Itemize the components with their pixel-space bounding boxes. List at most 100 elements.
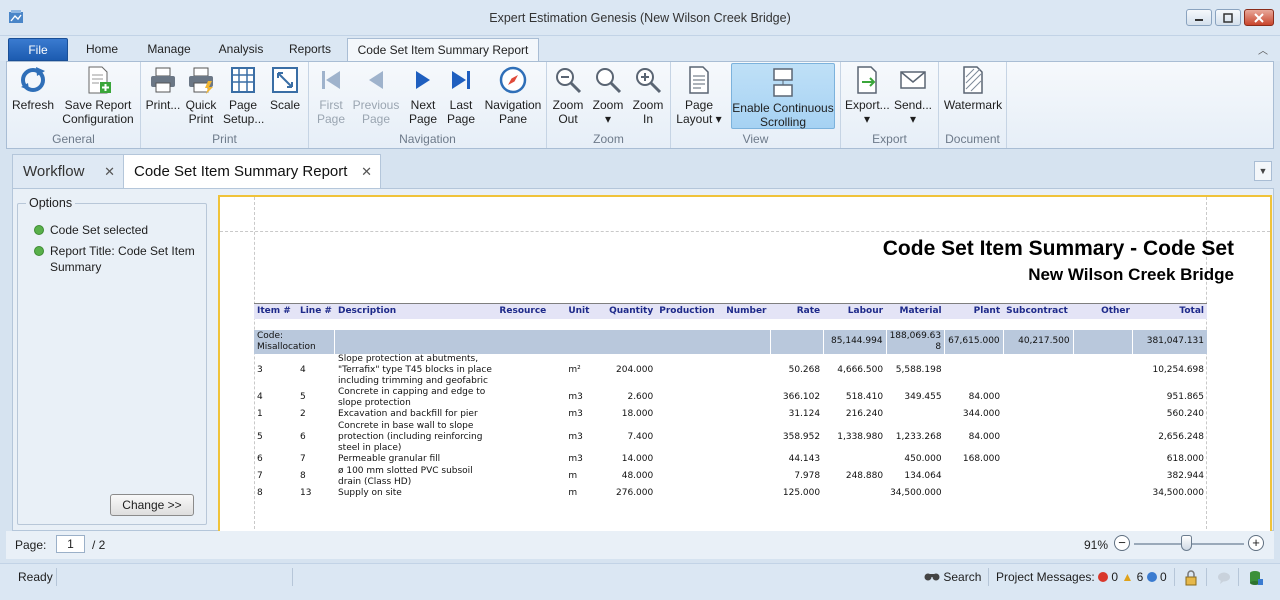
watermark-button[interactable]: Watermark xyxy=(941,65,1005,131)
database-icon[interactable] xyxy=(1248,570,1264,589)
first-page-icon xyxy=(322,71,340,89)
cell-description: Permeable granular fill xyxy=(337,454,441,464)
group-label-zoom: Zoom xyxy=(593,132,624,146)
tab-file[interactable]: File xyxy=(8,38,68,61)
column-header: Labour xyxy=(823,303,887,319)
group-label-navigation: Navigation xyxy=(399,132,456,146)
tab-home[interactable]: Home xyxy=(78,38,126,61)
cell-labour: 4,666.500 xyxy=(837,364,884,375)
tab-manage[interactable]: Manage xyxy=(138,38,200,61)
tab-reports[interactable]: Reports xyxy=(282,38,338,61)
ribbon-tabs: File Home Manage Analysis Reports Code S… xyxy=(0,36,1280,61)
cell-unit: m² xyxy=(568,364,581,375)
cell-description: Slope protection at abutments, "Terrafix… xyxy=(337,353,492,386)
cell-unit: m3 xyxy=(568,454,583,464)
first-page-button[interactable]: First Page xyxy=(313,65,349,131)
project-messages[interactable]: Project Messages: 0 ▲ 6 0 xyxy=(996,570,1167,584)
cell-subcontract xyxy=(1003,466,1073,488)
cell-unit: m3 xyxy=(568,409,583,419)
cell-line: 8 xyxy=(299,471,306,481)
zoom-out-button[interactable]: Zoom Out xyxy=(549,65,587,131)
cell-resource xyxy=(496,409,565,421)
tab-workflow[interactable]: Workflow ✕ xyxy=(12,154,124,188)
cell-item: 1 xyxy=(257,409,263,419)
cell-other xyxy=(1073,354,1133,387)
lock-status-icon[interactable] xyxy=(1184,570,1200,589)
group-zoom: Zoom Out Zoom ▾ Zoom In Zoom xyxy=(547,62,671,148)
close-icon xyxy=(1254,12,1264,23)
cell-resource xyxy=(496,421,565,454)
ribbon-collapse-icon[interactable]: ︿ xyxy=(1258,42,1268,57)
search-status[interactable]: Search xyxy=(924,570,981,584)
minimize-button[interactable] xyxy=(1186,9,1212,26)
table-row: 4 5 Concrete in capping and edge to slope … xyxy=(254,387,1207,409)
maximize-button[interactable] xyxy=(1215,9,1241,26)
group-label-print: Print xyxy=(212,132,237,146)
cell-number xyxy=(723,409,770,421)
last-page-button[interactable]: Last Page xyxy=(443,65,479,131)
zoom-slider-thumb[interactable] xyxy=(1181,535,1193,551)
cell-unit: m xyxy=(568,488,578,498)
close-workflow-tab-icon[interactable]: ✕ xyxy=(104,155,115,189)
column-header: Description xyxy=(334,303,497,319)
cell-subcontract xyxy=(1003,454,1073,466)
zoom-button[interactable]: Zoom ▾ xyxy=(589,65,627,131)
table-row: 3 4 Slope protection at abutments, "Terraf… xyxy=(254,354,1207,387)
cell-description: Excavation and backfill for pier xyxy=(337,409,478,419)
cell-material: 349.455 xyxy=(904,392,942,402)
zoom-in-small-icon[interactable]: + xyxy=(1248,535,1264,551)
options-legend: Options xyxy=(26,196,76,210)
cell-production xyxy=(656,488,723,500)
page-layout-button[interactable]: Page Layout ▾ xyxy=(675,65,723,131)
cell-labour: 1,338.980 xyxy=(837,431,884,442)
column-header: Item # xyxy=(254,303,297,319)
cell-total: 2,656.248 xyxy=(1158,431,1204,442)
cell-production xyxy=(656,454,723,466)
close-button[interactable] xyxy=(1244,9,1274,26)
cell-labour: 518.410 xyxy=(845,392,884,402)
page-setup-button[interactable]: Page Setup... xyxy=(223,65,264,131)
next-page-icon xyxy=(416,71,430,89)
tab-code-set-item-summary-report[interactable]: Code Set Item Summary Report xyxy=(347,38,539,61)
comment-icon[interactable] xyxy=(1216,570,1232,589)
cell-total: 34,500.000 xyxy=(1152,488,1204,498)
zoom-out-small-icon[interactable]: − xyxy=(1114,535,1130,551)
tab-code-set-item-summary[interactable]: Code Set Item Summary Report ✕ xyxy=(123,154,381,188)
export-button[interactable]: Export... ▾ xyxy=(845,65,890,131)
cell-item: 3 xyxy=(257,364,263,375)
minimize-icon xyxy=(1195,18,1203,21)
send-button[interactable]: Send... ▾ xyxy=(891,65,935,131)
scale-button[interactable]: Scale xyxy=(267,65,303,131)
quick-print-icon xyxy=(189,67,213,94)
tabs-dropdown-icon[interactable]: ▼ xyxy=(1254,161,1272,181)
cell-item: 6 xyxy=(257,454,263,464)
print-button[interactable]: Print... xyxy=(145,65,181,131)
cell-plant xyxy=(945,354,1004,387)
cell-number xyxy=(723,466,770,488)
margin-guide xyxy=(220,231,1270,232)
close-report-tab-icon[interactable]: ✕ xyxy=(361,155,372,189)
cell-subcontract xyxy=(1003,387,1073,409)
next-page-button[interactable]: Next Page xyxy=(405,65,441,131)
zoom-in-button[interactable]: Zoom In xyxy=(629,65,667,131)
table-row: 6 7 Permeable granular fill m3 14.000 44.143 4… xyxy=(254,454,1207,466)
cell-plant: 84.000 xyxy=(968,392,1001,402)
navigation-pane-button[interactable]: Navigation Pane xyxy=(481,65,545,131)
status-ready: Ready xyxy=(18,570,53,584)
tab-analysis[interactable]: Analysis xyxy=(210,38,272,61)
group-label-document: Document xyxy=(945,132,1000,146)
group-label-general: General xyxy=(52,132,95,146)
page-number-input[interactable]: 1 xyxy=(56,535,85,553)
report-preview[interactable]: Code Set Item Summary - Code Set New Wil… xyxy=(218,195,1272,532)
previous-page-button[interactable]: Previous Page xyxy=(351,65,401,131)
save-report-configuration-button[interactable]: Save Report Configuration xyxy=(59,65,137,131)
cell-rate: 50.268 xyxy=(788,364,821,375)
enable-continuous-scrolling-button[interactable]: Enable Continuous Scrolling xyxy=(731,63,835,129)
cell-material: 34,500.000 xyxy=(890,488,942,498)
quick-print-button[interactable]: Quick Print xyxy=(183,65,219,131)
cell-plant: 84.000 xyxy=(968,431,1001,442)
change-button[interactable]: Change >> xyxy=(110,494,194,516)
zoom-icon xyxy=(596,68,622,94)
cell-material: 1,233.268 xyxy=(895,431,942,442)
refresh-button[interactable]: Refresh xyxy=(9,65,57,131)
